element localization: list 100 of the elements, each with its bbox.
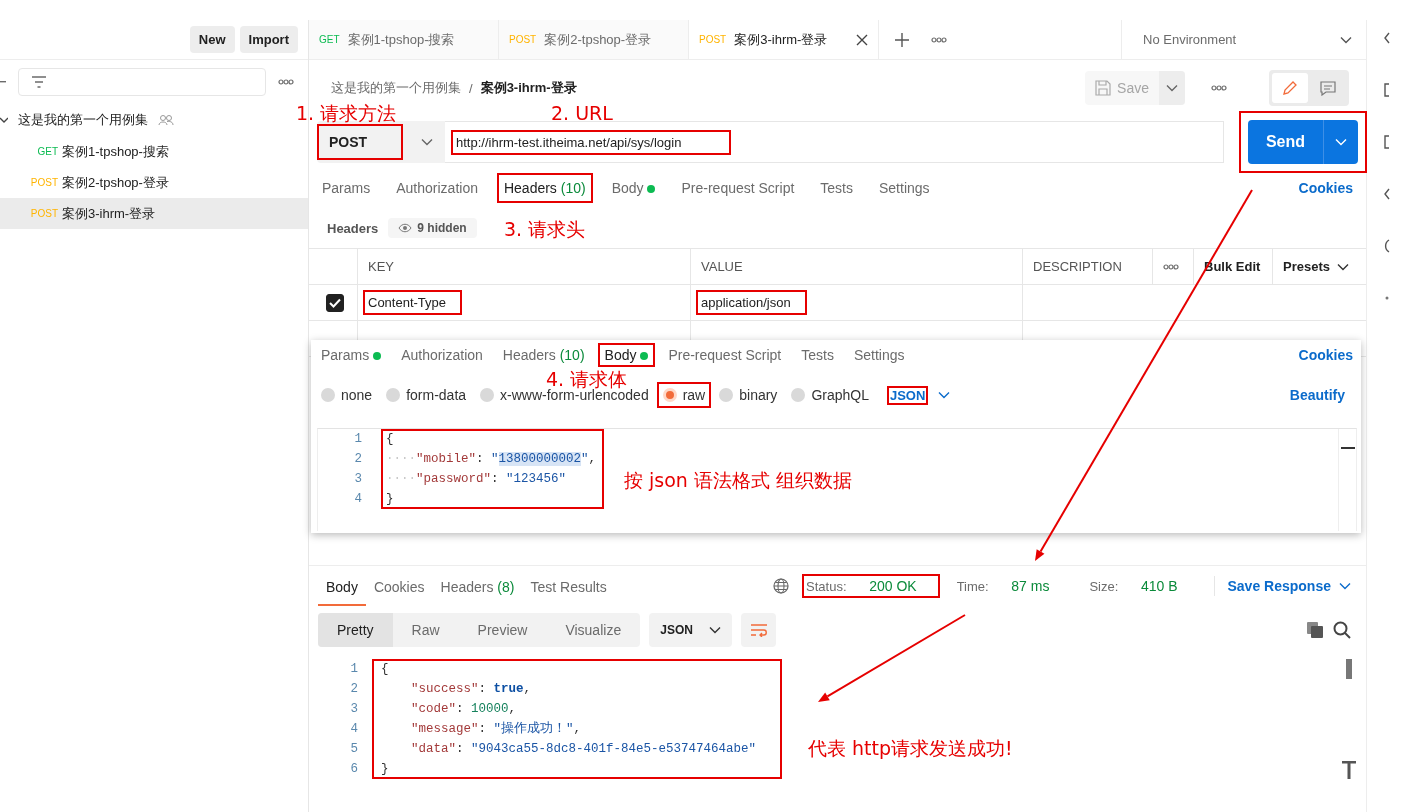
plus-icon[interactable] — [895, 32, 909, 47]
minus-icon[interactable] — [0, 81, 6, 83]
body-type-option[interactable]: none — [321, 387, 373, 403]
body-type-option[interactable]: form-data — [386, 387, 467, 403]
header-value[interactable]: application/json — [696, 290, 807, 315]
body-type-option[interactable]: GraphQL — [791, 387, 869, 403]
request-item[interactable]: GET 案例1-tpshop-搜索 — [0, 136, 308, 167]
request-option-tab[interactable]: Settings — [846, 343, 912, 367]
chevron-down-icon[interactable] — [709, 626, 721, 634]
cookies-link[interactable]: Cookies — [1298, 180, 1353, 196]
annotation-text: 代表 http请求发送成功! — [808, 736, 1013, 760]
hidden-headers-toggle[interactable]: 9 hidden — [388, 218, 477, 238]
response-metric: Time: 87 ms — [955, 577, 1051, 596]
code-line: { — [381, 661, 390, 678]
code-line: { — [386, 431, 395, 448]
toolbar-button[interactable]: New — [189, 26, 235, 53]
wrap-button[interactable] — [741, 613, 777, 647]
request-option-tab[interactable]: Pre-request Script — [661, 343, 789, 367]
filter-field[interactable] — [18, 68, 266, 96]
request-item[interactable]: POST 案例2-tpshop-登录 — [0, 167, 308, 198]
chevron-down-icon[interactable] — [938, 391, 951, 399]
chevron-down-icon[interactable] — [1340, 35, 1352, 44]
url-field[interactable]: http://ihrm-test.itheima.net/api/sys/login — [445, 121, 1224, 163]
caret-down-icon[interactable] — [0, 116, 8, 124]
body-type-option[interactable]: x-www-form-urlencoded — [480, 387, 649, 403]
request-option-tab[interactable]: Authorization — [394, 343, 490, 367]
request-tab[interactable]: GET 案例1-tpshop-搜索 — [309, 20, 499, 59]
copy-icon[interactable] — [1306, 621, 1324, 639]
request-option-tab[interactable]: Body — [597, 343, 656, 367]
beautify-link[interactable]: Beautify — [1289, 387, 1345, 403]
save-response-button[interactable]: Save Response — [1227, 578, 1351, 594]
chevron-icon[interactable] — [1384, 187, 1390, 201]
request-option-tab[interactable]: Headers (10) — [495, 343, 592, 367]
request-option-tab[interactable]: Body — [604, 173, 663, 203]
request-option-tab[interactable]: Params — [315, 173, 378, 203]
toolbar-button[interactable]: Import — [239, 26, 298, 53]
chevron-down-icon[interactable] — [1337, 262, 1350, 271]
request-option-tab[interactable]: Settings — [872, 173, 937, 203]
body-type-option[interactable]: binary — [719, 387, 778, 403]
bracket-icon[interactable] — [1384, 83, 1390, 97]
breadcrumb-link[interactable]: 这是我的第一个用例集 — [331, 79, 461, 97]
code-line: } — [381, 761, 390, 778]
tab-title: 案例3-ihrm-登录 — [734, 30, 829, 49]
view-option[interactable]: Raw — [392, 613, 459, 647]
more-icon[interactable] — [931, 36, 947, 43]
request-option-tab[interactable]: Authorization — [389, 173, 485, 203]
scrollbar-thumb[interactable] — [1346, 659, 1352, 679]
collection-name[interactable]: 这是我的第一个用例集 — [18, 111, 148, 129]
view-option[interactable]: Preview — [458, 613, 547, 647]
pencil-icon — [1282, 80, 1298, 96]
bracket-icon[interactable] — [1384, 135, 1390, 149]
breadcrumb-separator: / — [469, 80, 473, 96]
tab-title: 案例1-tpshop-搜索 — [347, 30, 456, 49]
line-number: 4 — [349, 721, 358, 738]
close-icon[interactable] — [856, 33, 868, 46]
wrap-lines-icon — [749, 623, 768, 637]
method-label: GET — [319, 34, 340, 45]
headers-label: Headers — [327, 220, 379, 236]
header-key[interactable]: Content-Type — [363, 290, 463, 315]
filter-icon[interactable] — [31, 76, 47, 88]
line-number: 3 — [349, 701, 358, 718]
globe-icon[interactable] — [773, 578, 790, 594]
request-option-tab[interactable]: Pre-request Script — [674, 173, 802, 203]
column-header: DESCRIPTION — [1023, 249, 1153, 285]
response-tab[interactable]: Test Results — [522, 566, 615, 606]
save-dropdown-button[interactable] — [1159, 71, 1185, 105]
more-icon[interactable] — [1163, 263, 1179, 270]
chevron-icon[interactable] — [1384, 31, 1390, 45]
chevron-down-icon[interactable] — [421, 138, 433, 146]
checkbox[interactable] — [326, 293, 344, 312]
more-icon[interactable] — [1211, 85, 1227, 91]
cookies-link[interactable]: Cookies — [1298, 347, 1353, 363]
code-line: "code": 10000, — [410, 701, 518, 718]
request-item[interactable]: POST 案例3-ihrm-登录 — [0, 198, 308, 229]
request-option-tab[interactable]: Tests — [794, 343, 841, 367]
chevron-down-icon[interactable] — [1166, 84, 1178, 92]
body-type-option[interactable]: raw — [662, 387, 706, 403]
request-option-tab[interactable]: Headers (10) — [496, 173, 593, 203]
request-option-tab[interactable]: Tests — [813, 173, 860, 203]
view-option[interactable]: Visualize — [546, 613, 641, 647]
format-select[interactable]: JSON — [882, 382, 955, 408]
line-number: 5 — [349, 741, 358, 758]
tab-title: 案例2-tpshop-登录 — [544, 30, 653, 49]
view-option[interactable]: Pretty — [318, 613, 393, 647]
annotation-text: 3. 请求头 — [504, 217, 586, 241]
response-tab[interactable]: Cookies — [365, 566, 433, 606]
request-option-tab[interactable]: Params — [314, 343, 389, 367]
environment-select[interactable]: No Environment — [1121, 20, 1366, 59]
annotation-text: 按 json 语法格式 组织数据 — [624, 468, 852, 492]
format-select[interactable]: JSON — [649, 613, 733, 647]
request-tab[interactable]: POST 案例2-tpshop-登录 — [499, 20, 689, 59]
chevron-down-icon[interactable] — [1339, 582, 1351, 590]
save-icon — [1095, 80, 1112, 96]
search-icon[interactable] — [1333, 621, 1351, 639]
method-label: POST — [509, 34, 537, 45]
presets-button[interactable]: Presets — [1273, 249, 1366, 285]
response-tab[interactable]: Body — [318, 566, 366, 606]
more-icon[interactable] — [278, 79, 294, 85]
response-tab[interactable]: Headers (8) — [432, 566, 523, 606]
edit-button[interactable] — [1272, 73, 1308, 103]
